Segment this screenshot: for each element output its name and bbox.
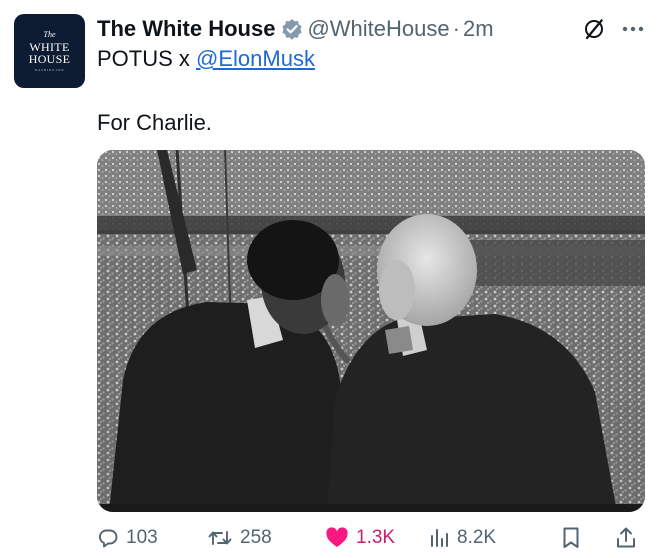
bookmark-icon	[563, 527, 579, 548]
avatar-text-sub: WASHINGTON	[34, 67, 65, 72]
avatar-text-white: WHITE	[29, 39, 70, 54]
reply-count: 103	[126, 527, 158, 548]
tweet-text: For Charlie.	[97, 110, 212, 135]
reply-button[interactable]: 103	[97, 520, 207, 556]
tweet-subline: POTUS x @ElonMusk	[97, 46, 315, 72]
retweet-count: 258	[240, 527, 272, 548]
retweet-button[interactable]: 258	[207, 520, 325, 556]
mention-link[interactable]: @ElonMusk	[196, 46, 315, 71]
reply-icon	[98, 529, 118, 548]
handle[interactable]: @WhiteHouse	[307, 16, 449, 42]
action-bar: 103 258 1.3K 8.2K	[97, 520, 645, 556]
share-icon	[617, 527, 635, 548]
retweet-icon	[208, 531, 232, 545]
subline-prefix: POTUS x	[97, 46, 190, 71]
views-count: 8.2K	[457, 527, 497, 548]
avatar[interactable]: The WHITE HOUSE WASHINGTON	[14, 14, 85, 88]
like-count: 1.3K	[356, 527, 396, 548]
grok-icon[interactable]	[582, 17, 606, 41]
views-button[interactable]: 8.2K	[428, 520, 561, 556]
like-button[interactable]: 1.3K	[325, 520, 428, 556]
tweet-header: The White House @WhiteHouse · 2m	[97, 12, 646, 46]
photo-illustration	[97, 150, 645, 512]
like-icon	[326, 527, 348, 547]
separator-dot: ·	[452, 16, 460, 41]
more-icon[interactable]	[620, 17, 646, 41]
views-icon	[431, 529, 448, 547]
bookmark-button[interactable]	[561, 520, 615, 556]
avatar-text-house: HOUSE	[28, 51, 71, 66]
share-button[interactable]	[615, 520, 645, 556]
tweet-photo[interactable]	[97, 150, 645, 512]
display-name[interactable]: The White House	[97, 16, 275, 42]
timestamp[interactable]: 2m	[463, 16, 494, 42]
verified-badge-icon	[281, 18, 303, 40]
avatar-text-the: The	[43, 29, 56, 39]
